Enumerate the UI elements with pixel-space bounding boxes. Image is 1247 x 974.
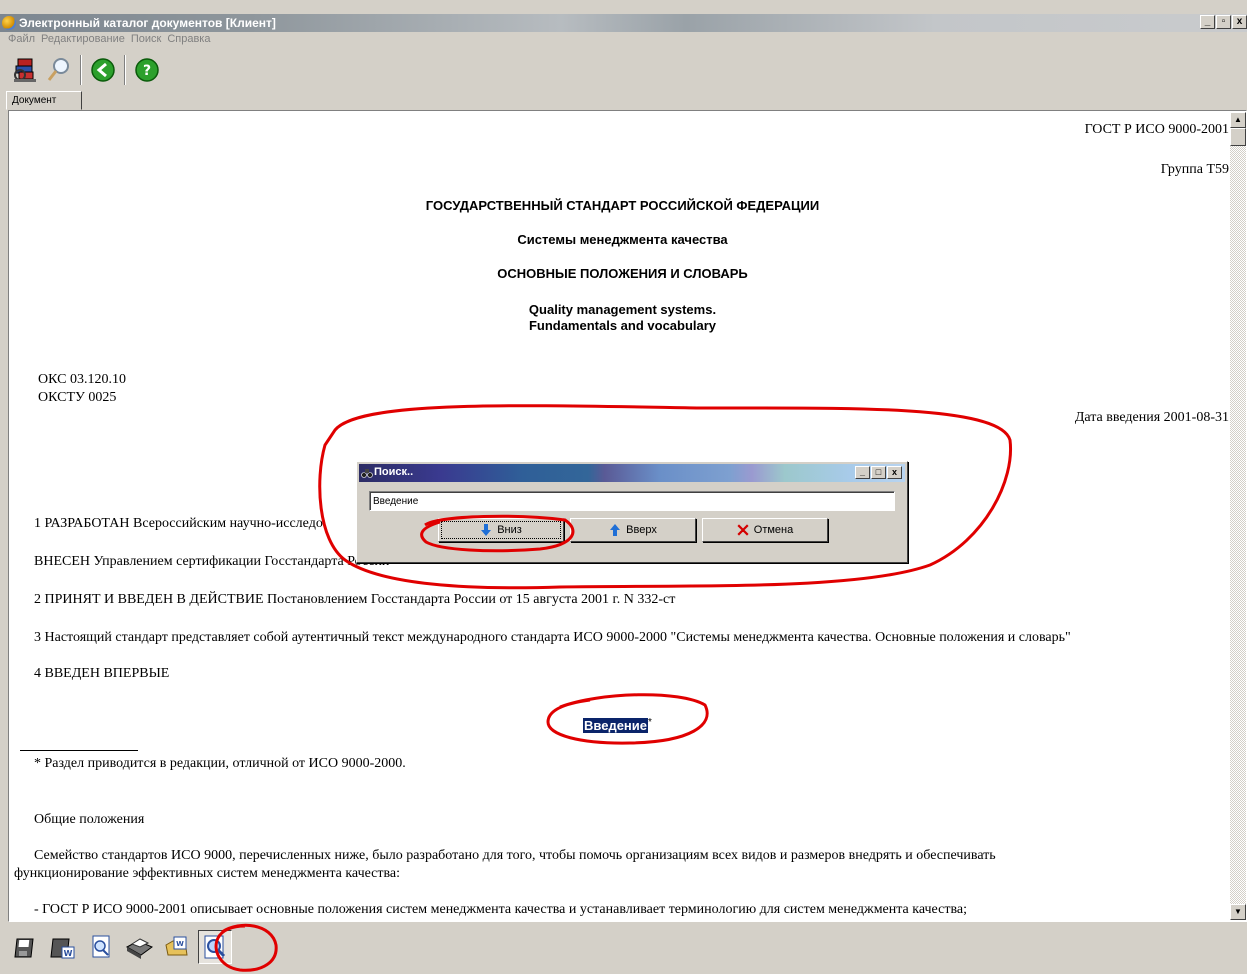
menu-bar: Файл Редактирование Поиск Справка: [0, 32, 1247, 48]
search-input[interactable]: [369, 491, 895, 511]
doc-para-introduced-by: ВНЕСЕН Управлением сертификации Госстанд…: [34, 554, 390, 569]
doc-heading-systems: Системы менеджмента качества: [517, 232, 728, 247]
search-dialog-title: Поиск..: [374, 466, 414, 478]
save-icon: [14, 938, 34, 958]
doc-para-authentic: 3 Настоящий стандарт представляет собой …: [34, 630, 1071, 645]
doc-english-2: Fundamentals and vocabulary: [528, 318, 717, 333]
scroll-thumb[interactable]: [1230, 128, 1246, 146]
menu-file[interactable]: Файл: [8, 32, 35, 48]
doc-para-adopted: 2 ПРИНЯТ И ВВЕДЕН В ДЕЙСТВИЕ Постановлен…: [34, 592, 676, 607]
open-word-button[interactable]: W: [160, 930, 194, 964]
dialog-controls: _ □ x: [854, 466, 902, 479]
search-icon: [47, 58, 69, 81]
scroll-down-button[interactable]: ▼: [1230, 904, 1246, 920]
help-button[interactable]: ?: [130, 53, 164, 87]
minimize-button[interactable]: _: [1200, 15, 1215, 29]
tab-document[interactable]: Документ: [6, 91, 82, 110]
doc-english-1: Quality management systems.: [528, 302, 717, 317]
search-cancel-button[interactable]: Отмена: [702, 518, 828, 542]
toolbar-separator: [124, 55, 126, 85]
doc-oks: ОКС 03.120.10: [38, 372, 126, 387]
footnote-mark: *: [648, 717, 652, 728]
svg-text:W: W: [176, 940, 184, 948]
arrow-down-icon: [481, 524, 492, 536]
binoculars-icon: [361, 469, 373, 478]
search-cancel-label: Отмена: [753, 524, 794, 536]
doc-general-heading: Общие положения: [34, 812, 145, 827]
toolbar-separator: [80, 55, 82, 85]
doc-para-family: Семейство стандартов ИСО 9000, перечисле…: [34, 848, 996, 863]
dialog-maximize-button[interactable]: □: [871, 466, 886, 479]
catalog-button[interactable]: [8, 53, 42, 87]
window-controls: _ ▫ x: [1199, 15, 1247, 31]
doc-group: Группа Т59: [1160, 162, 1229, 177]
vertical-scrollbar[interactable]: ▲ ▼: [1230, 112, 1246, 920]
search-highlight: Введение: [583, 718, 648, 734]
window-title: Электронный каталог документов [Клиент]: [19, 16, 276, 30]
doc-footnote: * Раздел приводится в редакции, отличной…: [34, 756, 406, 771]
doc-okstu: ОКСТУ 0025: [38, 390, 117, 405]
search-up-label: Вверх: [626, 524, 657, 536]
search-dialog[interactable]: Поиск.. _ □ x Вниз Вверх Отмена: [356, 461, 908, 563]
preview-button[interactable]: [84, 930, 118, 964]
books-icon: [14, 58, 36, 82]
word-icon: W: [165, 936, 188, 956]
doc-code: ГОСТ Р ИСО 9000-2001: [1084, 122, 1229, 137]
footnote-rule: [20, 750, 138, 751]
arrow-up-icon: [610, 524, 621, 536]
back-button[interactable]: [86, 53, 120, 87]
svg-text:?: ?: [143, 63, 151, 79]
doc-heading-state: ГОСУДАРСТВЕННЫЙ СТАНДАРТ РОССИЙСКОЙ ФЕДЕ…: [425, 198, 820, 213]
cancel-x-icon: [737, 524, 749, 536]
menu-help[interactable]: Справка: [167, 32, 210, 48]
save-word-button[interactable]: W: [46, 930, 80, 964]
svg-text:W: W: [64, 949, 73, 958]
doc-para-first: 4 ВВЕДЕН ВПЕРВЫЕ: [34, 666, 170, 681]
dialog-minimize-button[interactable]: _: [855, 466, 870, 479]
search-dialog-titlebar[interactable]: Поиск.. _ □ x: [359, 464, 905, 482]
doc-para-developed: 1 РАЗРАБОТАН Всероссийским научно-исслед…: [34, 516, 323, 531]
search-down-label: Вниз: [497, 524, 522, 536]
search-down-button[interactable]: Вниз: [438, 518, 564, 542]
print-button[interactable]: [122, 930, 156, 964]
save-button[interactable]: [8, 930, 42, 964]
maximize-button[interactable]: ▫: [1216, 15, 1231, 29]
menu-edit[interactable]: Редактирование: [41, 32, 125, 48]
doc-para-family-cont: функционирование эффективных систем мене…: [14, 866, 401, 881]
dialog-close-button[interactable]: x: [887, 466, 902, 479]
doc-heading-vocab: ОСНОВНЫЕ ПОЛОЖЕНИЯ И СЛОВАРЬ: [497, 266, 748, 281]
save-word-icon: W: [50, 938, 75, 959]
scroll-up-button[interactable]: ▲: [1230, 112, 1246, 128]
search-up-button[interactable]: Вверх: [570, 518, 696, 542]
doc-intro-heading[interactable]: Введение*: [583, 717, 652, 734]
find-button[interactable]: [198, 930, 232, 964]
bottom-toolbar: W W: [8, 924, 232, 970]
close-button[interactable]: x: [1232, 15, 1247, 29]
print-icon: [125, 938, 154, 959]
find-icon: [204, 935, 226, 959]
menu-search[interactable]: Поиск: [131, 32, 161, 48]
preview-icon: [92, 935, 110, 958]
search-tool-button[interactable]: [42, 53, 76, 87]
doc-date: Дата введения 2001-08-31: [1074, 410, 1229, 425]
app-icon: [2, 16, 16, 30]
doc-bullet-9000: - ГОСТ Р ИСО 9000-2001 описывает основны…: [34, 902, 967, 917]
title-bar[interactable]: Электронный каталог документов [Клиент] …: [0, 14, 1247, 32]
toolbar: ?: [8, 52, 164, 88]
back-icon: [91, 58, 115, 82]
help-icon: ?: [135, 58, 159, 82]
